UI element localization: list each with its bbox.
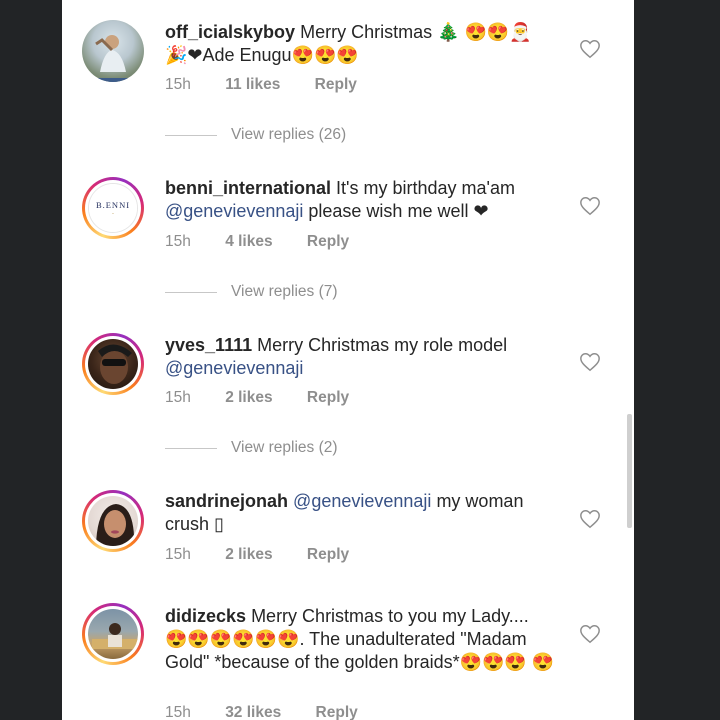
view-replies-button[interactable]: View replies (7): [165, 283, 338, 301]
comment-username[interactable]: sandrinejonah: [165, 491, 288, 511]
reply-button[interactable]: Reply: [307, 389, 349, 407]
comment-username[interactable]: off_icialskyboy: [165, 22, 295, 42]
comment-body: Merry Christmas my role model: [257, 335, 508, 355]
heart-icon[interactable]: [579, 623, 601, 645]
comment-likes[interactable]: 32 likes: [225, 704, 281, 720]
logo-subtext: ~: [111, 211, 115, 216]
heart-icon[interactable]: [579, 508, 601, 530]
view-replies-label: View replies (2): [231, 439, 338, 456]
reply-button[interactable]: Reply: [307, 233, 349, 251]
comment-text: sandrinejonah @genevievennaji my woman c…: [165, 490, 555, 536]
person-photo-icon: [92, 623, 138, 649]
person-photo-icon: [98, 344, 132, 384]
divider-line: [165, 447, 217, 449]
comment-likes[interactable]: 2 likes: [225, 389, 272, 407]
comment-meta: 15h 2 likes Reply: [165, 546, 349, 564]
divider-line: [165, 291, 217, 293]
avatar[interactable]: [82, 20, 144, 82]
comment-meta: 15h 32 likes Reply: [165, 704, 358, 720]
mention-link[interactable]: @genevievennaji: [165, 358, 303, 378]
heart-icon[interactable]: [579, 351, 601, 373]
view-replies-button[interactable]: View replies (2): [165, 439, 338, 457]
logo-text: B.ENNI: [95, 200, 131, 210]
mention-link[interactable]: @genevievennaji: [165, 201, 303, 221]
heart-icon[interactable]: [579, 38, 601, 60]
scrollbar[interactable]: [627, 414, 632, 528]
comment-meta: 15h 2 likes Reply: [165, 389, 349, 407]
comment-text: yves_1111 Merry Christmas my role model …: [165, 334, 555, 380]
comment-username[interactable]: yves_1111: [165, 335, 252, 355]
comment-time: 15h: [165, 389, 191, 406]
person-photo-icon: [88, 35, 138, 82]
comment-body: It's my birthday ma'am: [336, 178, 515, 198]
comment-likes[interactable]: 2 likes: [225, 546, 272, 564]
comment-text: off_icialskyboy Merry Christmas 🎄 😍😍🎅 🎉❤…: [165, 21, 555, 67]
comment-likes[interactable]: 11 likes: [225, 76, 280, 94]
person-photo-icon: [96, 504, 135, 546]
mention-link[interactable]: @genevievennaji: [293, 491, 431, 511]
avatar[interactable]: [82, 603, 144, 665]
view-replies-button[interactable]: View replies (26): [165, 126, 346, 144]
view-replies-label: View replies (26): [231, 126, 347, 143]
comment-time: 15h: [165, 704, 191, 720]
comment-username[interactable]: didizecks: [165, 606, 246, 626]
comment-time: 15h: [165, 546, 191, 563]
avatar[interactable]: [82, 333, 144, 395]
comment-likes[interactable]: 4 likes: [225, 233, 272, 251]
reply-button[interactable]: Reply: [307, 546, 349, 564]
reply-button[interactable]: Reply: [315, 76, 357, 94]
comment-username[interactable]: benni_international: [165, 178, 331, 198]
divider-line: [165, 134, 217, 136]
comment-time: 15h: [165, 76, 191, 93]
view-replies-label: View replies (7): [231, 283, 338, 300]
comment-text: didizecks Merry Christmas to you my Lady…: [165, 605, 555, 674]
avatar[interactable]: B.ENNI ~: [82, 177, 144, 239]
benni-logo: B.ENNI ~: [89, 184, 137, 232]
comment-time: 15h: [165, 233, 191, 250]
comment-body-2: please wish me well ❤: [308, 201, 489, 221]
comment-meta: 15h 11 likes Reply: [165, 76, 357, 94]
comment-meta: 15h 4 likes Reply: [165, 233, 349, 251]
comments-panel: off_icialskyboy Merry Christmas 🎄 😍😍🎅 🎉❤…: [62, 0, 634, 720]
comment-text: benni_international It's my birthday ma'…: [165, 177, 555, 223]
reply-button[interactable]: Reply: [316, 704, 358, 720]
heart-icon[interactable]: [579, 195, 601, 217]
avatar[interactable]: [82, 490, 144, 552]
